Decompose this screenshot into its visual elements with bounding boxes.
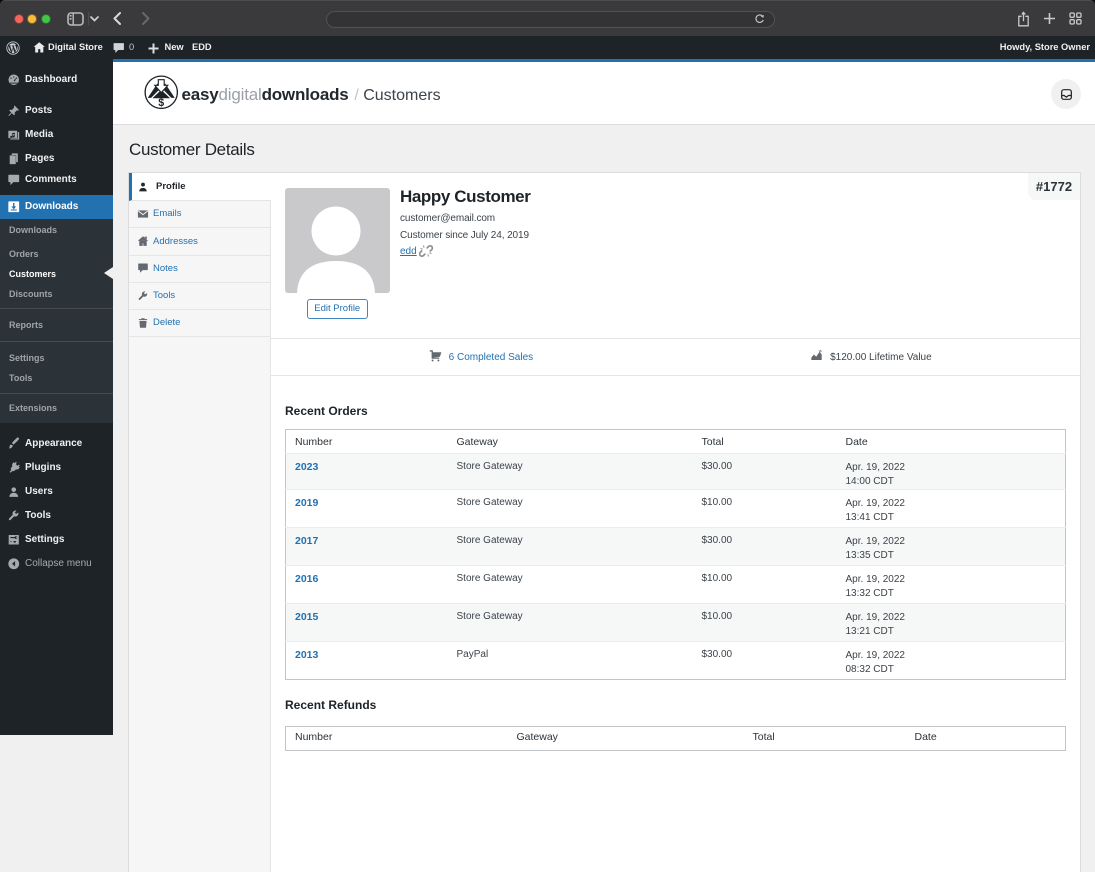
svg-text:$: $ [158, 97, 164, 109]
